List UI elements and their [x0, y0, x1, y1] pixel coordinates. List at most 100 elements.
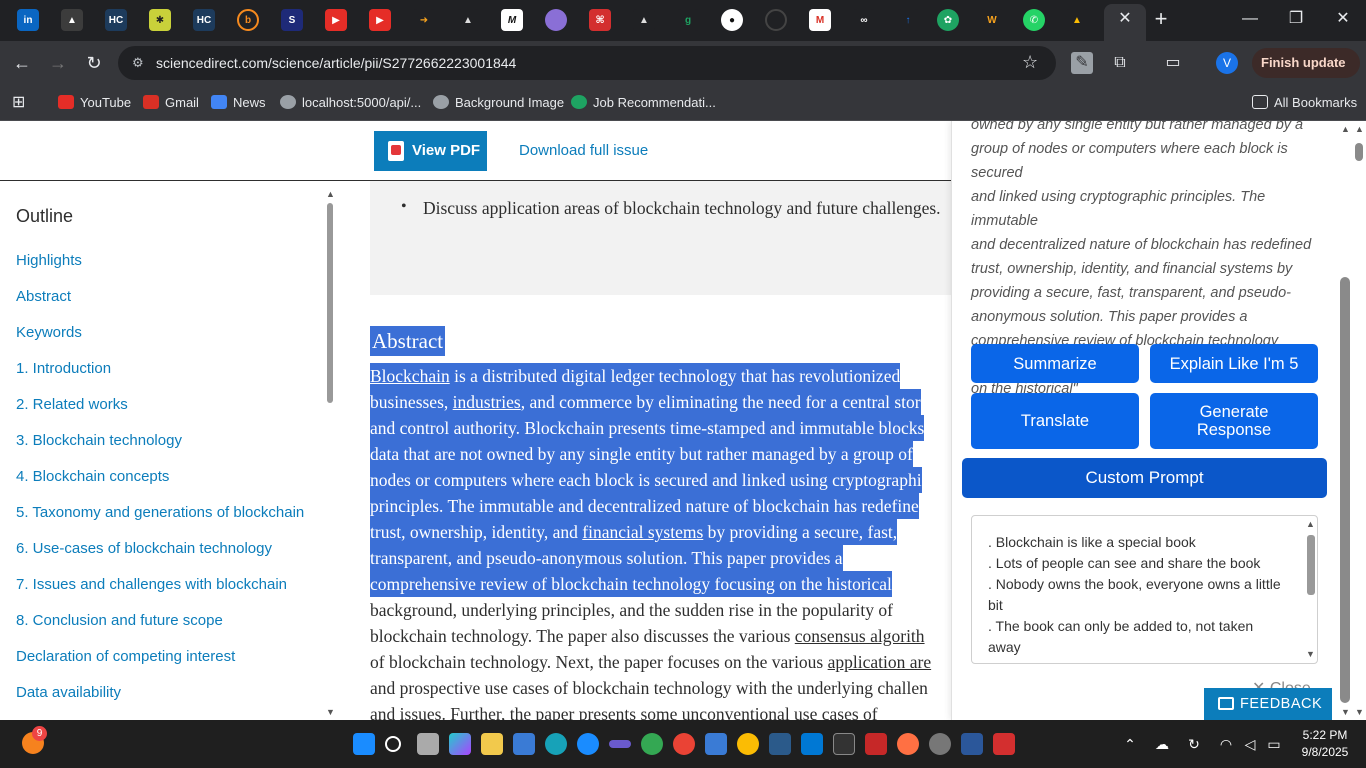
apps-grid-icon[interactable]: ⊞ — [12, 93, 25, 113]
terminal-icon[interactable] — [833, 733, 855, 755]
outline-scrollbar[interactable]: ▲ ▼ — [324, 189, 336, 719]
generate-response-button[interactable]: Generate Response — [1150, 393, 1318, 449]
settings-icon[interactable] — [929, 733, 951, 755]
link-tab-icon[interactable]: ∞ — [853, 9, 875, 31]
notes-icon[interactable] — [705, 733, 727, 755]
outline-item[interactable]: Declaration of competing interest — [16, 648, 235, 665]
scroll-up-icon[interactable]: ▲ — [326, 189, 335, 199]
minimize-icon[interactable]: — — [1239, 8, 1261, 30]
antivirus-icon[interactable] — [865, 733, 887, 755]
consensus-algorithms-link[interactable]: consensus algorith — [795, 626, 925, 646]
bookmark-job-recommendation[interactable]: Job Recommendati... — [571, 93, 716, 113]
outline-item[interactable]: 4. Blockchain concepts — [16, 468, 169, 485]
url-text[interactable]: sciencedirect.com/science/article/pii/S2… — [156, 55, 516, 71]
scroll-down-icon[interactable]: ▼ — [1355, 707, 1364, 717]
new-tab-icon[interactable]: + — [1150, 8, 1172, 30]
scroll-down-icon[interactable]: ▼ — [1341, 707, 1350, 717]
chrome-icon[interactable] — [641, 733, 663, 755]
word-icon[interactable] — [961, 733, 983, 755]
outline-item[interactable]: 8. Conclusion and future scope — [16, 612, 223, 629]
github-tab-icon[interactable]: ● — [721, 9, 743, 31]
download-full-issue-link[interactable]: Download full issue — [519, 142, 648, 159]
volume-icon[interactable]: ◁ — [1240, 734, 1260, 754]
back-icon[interactable]: ← — [10, 51, 34, 75]
scroll-down-icon[interactable]: ▼ — [1306, 649, 1315, 659]
outline-item[interactable]: Keywords — [16, 324, 82, 341]
bookmark-localhost[interactable]: localhost:5000/api/... — [280, 93, 421, 113]
chrome-icon[interactable] — [737, 733, 759, 755]
app-tab-icon[interactable]: ▲ — [61, 9, 83, 31]
youtube-tab-icon[interactable]: ▶ — [369, 9, 391, 31]
arrow-tab-icon[interactable]: ➜ — [413, 9, 435, 31]
store-icon[interactable] — [513, 733, 535, 755]
chrome-icon[interactable] — [673, 733, 695, 755]
wifi-icon[interactable]: ◠ — [1216, 734, 1236, 754]
close-tab-icon[interactable]: ✕ — [1116, 10, 1134, 28]
b-tab-icon[interactable]: b — [237, 9, 259, 31]
view-pdf-button[interactable]: View PDF — [374, 131, 487, 171]
hc-tab-icon[interactable]: HC — [105, 9, 127, 31]
explain-like-5-button[interactable]: Explain Like I'm 5 — [1150, 344, 1318, 383]
scroll-up-icon[interactable]: ▲ — [1355, 124, 1364, 134]
clock-time[interactable]: 5:22 PM — [1296, 728, 1354, 742]
app-tab-icon[interactable]: ↑ — [897, 9, 919, 31]
outline-item[interactable]: Data availability — [16, 684, 121, 701]
response-scrollbar[interactable]: ▲ ▼ — [1306, 519, 1316, 661]
linkedin-tab-icon[interactable]: in — [17, 9, 39, 31]
site-info-icon[interactable]: ⚙ — [132, 55, 148, 71]
all-bookmarks[interactable]: All Bookmarks — [1252, 93, 1357, 113]
file-explorer-icon[interactable] — [481, 733, 503, 755]
vscode-icon[interactable] — [801, 733, 823, 755]
gmail-tab-icon[interactable]: M — [809, 9, 831, 31]
drive-tab-icon[interactable]: ▲ — [633, 9, 655, 31]
bookmark-news[interactable]: News — [211, 93, 266, 113]
app-tab-icon[interactable]: W — [981, 9, 1003, 31]
side-panel-icon[interactable]: ▭ — [1162, 52, 1184, 74]
extension-icon[interactable]: ✎ — [1071, 52, 1093, 74]
profile-avatar[interactable]: V — [1216, 52, 1238, 74]
application-areas-link[interactable]: application are — [828, 652, 932, 672]
onedrive-icon[interactable]: ☁ — [1152, 734, 1172, 754]
outline-item[interactable]: 7. Issues and challenges with blockchain — [16, 576, 287, 593]
app-icon[interactable] — [609, 740, 631, 748]
reload-icon[interactable]: ↻ — [82, 51, 106, 75]
forward-icon[interactable]: → — [46, 51, 70, 75]
outline-item[interactable]: Abstract — [16, 288, 71, 305]
scroll-up-icon[interactable]: ▲ — [1341, 124, 1350, 134]
financial-systems-link[interactable]: financial systems — [582, 522, 703, 542]
m-tab-icon[interactable]: M — [501, 9, 523, 31]
clock-date[interactable]: 9/8/2025 — [1296, 745, 1354, 759]
blockchain-link[interactable]: Blockchain — [370, 366, 450, 386]
bookmark-background-image[interactable]: Background Image — [433, 93, 564, 113]
acrobat-icon[interactable] — [993, 733, 1015, 755]
chat-tab-icon[interactable]: ✿ — [937, 9, 959, 31]
response-scroll-thumb[interactable] — [1307, 535, 1315, 595]
orb-tab-icon[interactable] — [545, 9, 567, 31]
whatsapp-tab-icon[interactable]: ✆ — [1023, 9, 1045, 31]
sync-icon[interactable]: ↻ — [1184, 734, 1204, 754]
task-view-icon[interactable] — [417, 733, 439, 755]
outline-item[interactable]: Highlights — [16, 252, 82, 269]
maximize-icon[interactable]: ❐ — [1285, 8, 1307, 30]
asterisk-tab-icon[interactable]: ✱ — [149, 9, 171, 31]
show-hidden-icon[interactable]: ⌃ — [1120, 734, 1140, 754]
app-icon[interactable] — [769, 733, 791, 755]
youtube-tab-icon[interactable]: ▶ — [325, 9, 347, 31]
close-window-icon[interactable]: ✕ — [1332, 8, 1354, 30]
panel-scrollbar[interactable]: ▲ ▼ — [1338, 121, 1352, 720]
pdf-tab-icon[interactable]: ⌘ — [589, 9, 611, 31]
outline-item[interactable]: 3. Blockchain technology — [16, 432, 182, 449]
summarize-button[interactable]: Summarize — [971, 344, 1139, 383]
bookmark-star-icon[interactable]: ☆ — [1022, 52, 1038, 73]
page-scrollbar[interactable]: ▲ ▼ — [1352, 121, 1366, 720]
hc-tab-icon[interactable]: HC — [193, 9, 215, 31]
edge-icon[interactable] — [545, 733, 567, 755]
battery-icon[interactable]: ▭ — [1264, 734, 1284, 754]
drive-tab-icon[interactable]: ▲ — [457, 9, 479, 31]
scroll-up-icon[interactable]: ▲ — [1306, 519, 1315, 529]
industries-link[interactable]: industries — [453, 392, 521, 412]
app-icon[interactable] — [897, 733, 919, 755]
outline-item[interactable]: 5. Taxonomy and generations of blockchai… — [16, 504, 304, 521]
page-scroll-thumb[interactable] — [1355, 143, 1363, 161]
outline-scroll-thumb[interactable] — [327, 203, 333, 403]
